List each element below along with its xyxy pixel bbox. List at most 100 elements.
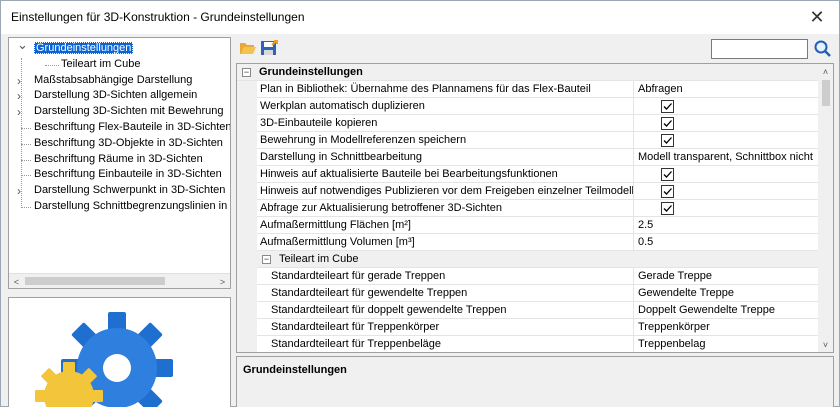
property-checkbox[interactable] — [661, 134, 674, 147]
property-row[interactable]: Standardteileart für Treppenkörper Treppe… — [257, 319, 818, 336]
property-row[interactable]: Standardteileart für doppelt gewendelte … — [257, 302, 818, 319]
tree-item[interactable]: Darstellung 3D-Sichten allgemein — [34, 88, 197, 103]
category-label: Grundeinstellungen — [259, 66, 363, 78]
checkmark-icon — [663, 171, 672, 178]
scroll-thumb[interactable] — [822, 80, 830, 106]
tree-item[interactable]: Beschriftung Flex-Bauteile in 3D-Sichten — [34, 120, 231, 135]
property-row[interactable]: Standardteileart für gewendelte Treppen G… — [257, 285, 818, 302]
tree-connector — [21, 143, 31, 145]
tree-item-label: Beschriftung Einbauteile in 3D-Sichten — [34, 168, 222, 181]
property-name: Standardteileart für gerade Treppen — [257, 268, 634, 284]
property-checkbox[interactable] — [661, 168, 674, 181]
checkmark-icon — [663, 137, 672, 144]
settings-dialog: Einstellungen für 3D-Konstruktion - Grun… — [0, 0, 840, 407]
property-value[interactable]: Gerade Treppe — [635, 268, 818, 284]
tree-connector — [21, 58, 22, 206]
tree-item[interactable]: Beschriftung Räume in 3D-Sichten — [34, 152, 203, 167]
category-label: Teileart im Cube — [279, 253, 359, 265]
property-checkbox[interactable] — [661, 185, 674, 198]
property-value[interactable]: Abfragen — [635, 81, 818, 97]
tree-item-label: Beschriftung Räume in 3D-Sichten — [34, 152, 203, 165]
scroll-left-arrow[interactable]: < — [9, 274, 24, 288]
scroll-thumb[interactable] — [25, 277, 165, 285]
property-name: Aufmaßermittlung Volumen [m³] — [257, 234, 634, 250]
tree-connector — [21, 175, 31, 177]
property-name: Abfrage zur Aktualisierung betroffener 3… — [257, 200, 634, 216]
property-row[interactable]: Plan in Bibliothek: Übernahme des Planna… — [257, 81, 818, 98]
tree-item[interactable]: Beschriftung 3D-Objekte in 3D-Sichten — [34, 136, 223, 151]
property-grid: − Grundeinstellungen Plan in Bibliothek: Ü… — [236, 63, 834, 353]
tree-item-label: Darstellung 3D-Sichten allgemein — [34, 89, 198, 102]
close-button[interactable]: ✕ — [795, 1, 839, 34]
scroll-right-arrow[interactable]: > — [215, 274, 230, 288]
property-value[interactable]: Doppelt Gewendelte Treppe — [635, 302, 818, 318]
tree-item-label: Maßstabsabhängige Darstellung — [34, 73, 193, 86]
checkmark-icon — [663, 188, 672, 195]
property-row[interactable]: Hinweis auf aktualisierte Bauteile bei B… — [257, 166, 818, 183]
property-row[interactable]: Hinweis auf notwendiges Publizieren vor … — [257, 183, 818, 200]
property-row[interactable]: Werkplan automatisch duplizieren — [257, 98, 818, 115]
tree-item-label: Teileart im Cube — [61, 57, 141, 70]
property-name: Hinweis auf notwendiges Publizieren vor … — [257, 183, 634, 199]
scroll-down-arrow[interactable]: ˅ — [818, 337, 833, 352]
tree-connector — [21, 207, 31, 208]
tree-item[interactable]: Teileart im Cube — [61, 57, 140, 72]
property-row[interactable]: Standardteileart für gerade Treppen Gerad… — [257, 268, 818, 285]
property-row[interactable]: Aufmaßermittlung Flächen [m²] 2.5 — [257, 217, 818, 234]
save-icon[interactable] — [260, 40, 278, 56]
property-name: Plan in Bibliothek: Übernahme des Planna… — [257, 81, 634, 97]
tree-item[interactable]: Maßstabsabhängige Darstellung — [34, 73, 192, 88]
property-value[interactable]: Treppenbelag — [635, 336, 818, 352]
grid-vertical-scrollbar[interactable]: ˄ ˅ — [818, 64, 833, 352]
tree-item-label: Beschriftung 3D-Objekte in 3D-Sichten — [34, 136, 223, 149]
property-value[interactable]: Gewendelte Treppe — [635, 285, 818, 301]
tree-item-label: Beschriftung Flex-Bauteile in 3D-Sichten — [34, 121, 231, 133]
tree-item-label: Darstellung Schwerpunkt in 3D-Sichten — [34, 184, 226, 197]
collapse-icon[interactable]: − — [262, 255, 271, 264]
property-row[interactable]: Abfrage zur Aktualisierung betroffener 3… — [257, 200, 818, 217]
chevron-down-icon[interactable]: ⌄ — [17, 38, 28, 53]
checkmark-icon — [663, 103, 672, 110]
tree-item-label: Darstellung 3D-Sichten mit Bewehrung — [34, 105, 224, 118]
property-name: Hinweis auf aktualisierte Bauteile bei B… — [257, 166, 634, 182]
property-name: Standardteileart für Treppenkörper — [257, 319, 634, 335]
tree-connector — [45, 64, 59, 66]
tree-item[interactable]: Darstellung Schnittbegrenzungslinien in … — [34, 199, 231, 214]
search-icon[interactable] — [812, 39, 834, 59]
description-title: Grundeinstellungen — [243, 364, 347, 376]
settings-tree: < > Grundeinstellungen ⌄ Teileart im Cube M… — [8, 37, 231, 289]
property-value[interactable]: Treppenkörper — [635, 319, 818, 335]
tree-item[interactable]: Grundeinstellungen — [34, 41, 134, 56]
search-input[interactable] — [711, 39, 808, 59]
tree-item[interactable]: Darstellung Schwerpunkt in 3D-Sichten — [34, 183, 225, 198]
property-name: Bewehrung in Modellreferenzen speichern — [257, 132, 634, 148]
property-name: Standardteileart für doppelt gewendelte … — [257, 302, 634, 318]
property-row[interactable]: Standardteileart für Treppenbeläge Treppe… — [257, 336, 818, 352]
category-row[interactable]: − Teileart im Cube — [257, 251, 818, 268]
title-bar: Einstellungen für 3D-Konstruktion - Grun… — [1, 1, 839, 34]
property-row[interactable]: Bewehrung in Modellreferenzen speichern — [257, 132, 818, 149]
gears-icon — [35, 312, 173, 407]
tree-item-label: Darstellung Schnittbegrenzungslinien in … — [34, 200, 231, 212]
tree-item[interactable]: Beschriftung Einbauteile in 3D-Sichten — [34, 167, 222, 182]
property-value[interactable]: 2.5 — [635, 217, 818, 233]
category-row[interactable]: − Grundeinstellungen — [237, 64, 818, 81]
property-checkbox[interactable] — [661, 117, 674, 130]
tree-connector — [21, 128, 31, 129]
property-value[interactable]: Modell transparent, Schnittbox nicht — [635, 149, 818, 165]
tree-horizontal-scrollbar[interactable]: < > — [9, 273, 230, 288]
property-checkbox[interactable] — [661, 100, 674, 113]
property-name: Werkplan automatisch duplizieren — [257, 98, 634, 114]
property-row[interactable]: 3D-Einbauteile kopieren — [257, 115, 818, 132]
property-name: Standardteileart für Treppenbeläge — [257, 336, 634, 352]
property-row[interactable]: Aufmaßermittlung Volumen [m³] 0.5 — [257, 234, 818, 251]
property-row[interactable]: Darstellung in Schnittbearbeitung Modell … — [257, 149, 818, 166]
collapse-icon[interactable]: − — [242, 68, 251, 77]
checkmark-icon — [663, 120, 672, 127]
property-checkbox[interactable] — [661, 202, 674, 215]
property-value[interactable]: 0.5 — [635, 234, 818, 250]
tree-item[interactable]: Darstellung 3D-Sichten mit Bewehrung — [34, 104, 224, 119]
grid-gutter — [237, 64, 257, 352]
scroll-up-arrow[interactable]: ˄ — [818, 64, 833, 79]
folder-open-icon[interactable] — [239, 40, 257, 56]
